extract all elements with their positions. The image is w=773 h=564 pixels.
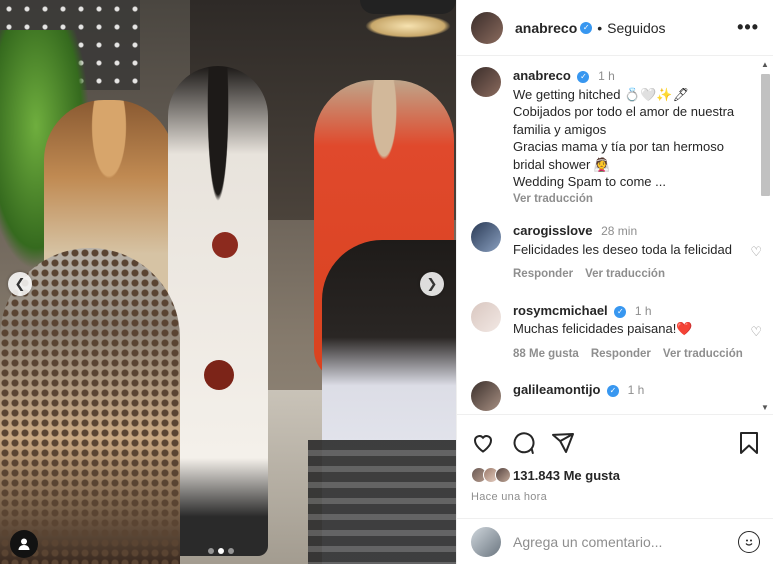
caption-line: We getting hitched 💍🤍✨🖊 bbox=[513, 86, 690, 102]
comment-item: galileamontijo ✓ 1 h bbox=[471, 381, 746, 411]
photo-person-white-dress bbox=[168, 66, 268, 556]
caption: anabreco ✓ 1 h We getting hitched 💍🤍✨🖊 C… bbox=[471, 67, 746, 208]
chevron-left-icon: ❮ bbox=[14, 276, 26, 291]
carousel-indicator bbox=[208, 548, 234, 554]
carousel-dot bbox=[228, 548, 234, 554]
caption-line: Wedding Spam to come ... bbox=[513, 174, 666, 189]
emoji-icon[interactable] bbox=[738, 530, 760, 553]
more-options-icon[interactable]: ••• bbox=[737, 17, 759, 38]
carousel-prev-button[interactable]: ❮ bbox=[8, 272, 32, 296]
translate-link[interactable]: Ver traducción bbox=[663, 346, 743, 364]
comment-icon[interactable] bbox=[511, 431, 535, 455]
tagged-users-button[interactable] bbox=[10, 530, 38, 558]
verified-badge-icon: ✓ bbox=[607, 385, 620, 397]
scroll-down-arrow-icon[interactable]: ▼ bbox=[761, 403, 769, 412]
commenter-avatar[interactable] bbox=[471, 301, 501, 332]
carousel-dot bbox=[208, 548, 214, 554]
post-photo[interactable]: ❮ ❯ bbox=[0, 0, 456, 564]
comments-list[interactable]: anabreco ✓ 1 h We getting hitched 💍🤍✨🖊 C… bbox=[457, 57, 773, 413]
comment-username[interactable]: rosymcmichael bbox=[513, 303, 608, 318]
comment-composer bbox=[457, 518, 773, 564]
current-user-avatar bbox=[471, 526, 501, 557]
caption-username[interactable]: anabreco bbox=[513, 68, 571, 83]
caption-line: Cobijados por todo el amor de nuestra fa… bbox=[513, 104, 735, 137]
verified-badge-icon: ✓ bbox=[580, 21, 593, 34]
comment-username[interactable]: carogisslove bbox=[513, 223, 593, 238]
post-header: anabreco ✓ • Seguidos ••• bbox=[457, 0, 773, 56]
caption-time: 1 h bbox=[598, 69, 615, 83]
heart-icon[interactable] bbox=[471, 431, 495, 455]
translate-link[interactable]: Ver traducción bbox=[585, 266, 665, 284]
caption-translate-link[interactable]: Ver traducción bbox=[513, 191, 746, 209]
photo-lamp bbox=[360, 0, 456, 14]
comment-input[interactable] bbox=[513, 533, 738, 550]
comments-scrollbar[interactable]: ▲ ▼ bbox=[759, 60, 771, 412]
liker-avatar bbox=[495, 467, 511, 483]
photo-chair bbox=[308, 440, 456, 564]
verified-badge-icon: ✓ bbox=[614, 305, 627, 318]
likes-count[interactable]: 131.843 Me gusta bbox=[513, 468, 620, 483]
scroll-up-arrow-icon[interactable]: ▲ bbox=[761, 60, 769, 69]
photo-guest-foreground-left bbox=[0, 248, 180, 564]
chevron-right-icon: ❯ bbox=[426, 276, 438, 291]
commenter-avatar[interactable] bbox=[471, 381, 501, 411]
carousel-next-button[interactable]: ❯ bbox=[420, 272, 444, 296]
comment-time: 1 h bbox=[627, 383, 645, 397]
comment-text: Muchas felicidades paisana!❤️ bbox=[513, 321, 693, 336]
carousel-dot-active bbox=[218, 548, 224, 554]
share-icon[interactable] bbox=[551, 431, 575, 455]
comment-item: rosymcmichael ✓ 1 h Muchas felicidades p… bbox=[471, 301, 762, 364]
post-action-bar: 131.843 Me gusta Hace una hora bbox=[457, 414, 773, 503]
caption-avatar[interactable] bbox=[471, 67, 501, 97]
comment-likes-count[interactable]: 88 Me gusta bbox=[513, 346, 579, 364]
verified-badge-icon: ✓ bbox=[577, 71, 590, 83]
author-username[interactable]: anabreco bbox=[515, 20, 577, 36]
follow-status-button[interactable]: Seguidos bbox=[607, 20, 665, 36]
photo-lamp-glow bbox=[365, 14, 451, 38]
caption-line: Gracias mama y tía por tan hermoso brida… bbox=[513, 139, 724, 172]
comment-item: carogisslove 28 min Felicidades les dese… bbox=[471, 222, 762, 284]
comment-time: 28 min bbox=[601, 224, 638, 238]
likes-summary[interactable]: 131.843 Me gusta bbox=[471, 467, 760, 483]
instagram-post-modal: ❮ ❯ anabreco ✓ • Seguidos ••• anabreco ✓… bbox=[0, 0, 773, 564]
comment-username[interactable]: galileamontijo bbox=[513, 382, 600, 397]
photo-dress-rose bbox=[212, 232, 238, 258]
comment-time: 1 h bbox=[634, 303, 652, 318]
post-sidebar: anabreco ✓ • Seguidos ••• anabreco ✓ 1 h… bbox=[456, 0, 773, 564]
photo-dress-rose bbox=[204, 360, 234, 390]
scroll-thumb[interactable] bbox=[761, 74, 770, 196]
separator-dot: • bbox=[597, 19, 603, 36]
reply-button[interactable]: Responder bbox=[591, 346, 651, 364]
author-avatar[interactable] bbox=[471, 11, 503, 44]
bookmark-icon[interactable] bbox=[738, 431, 760, 455]
smiley-face-icon bbox=[745, 539, 753, 546]
comment-text: Felicidades les deseo toda la felicidad bbox=[513, 241, 732, 257]
liker-avatars bbox=[471, 467, 511, 483]
reply-button[interactable]: Responder bbox=[513, 266, 573, 284]
post-timestamp: Hace una hora bbox=[471, 491, 548, 503]
user-tag-icon bbox=[18, 538, 30, 550]
commenter-avatar[interactable] bbox=[471, 222, 501, 252]
